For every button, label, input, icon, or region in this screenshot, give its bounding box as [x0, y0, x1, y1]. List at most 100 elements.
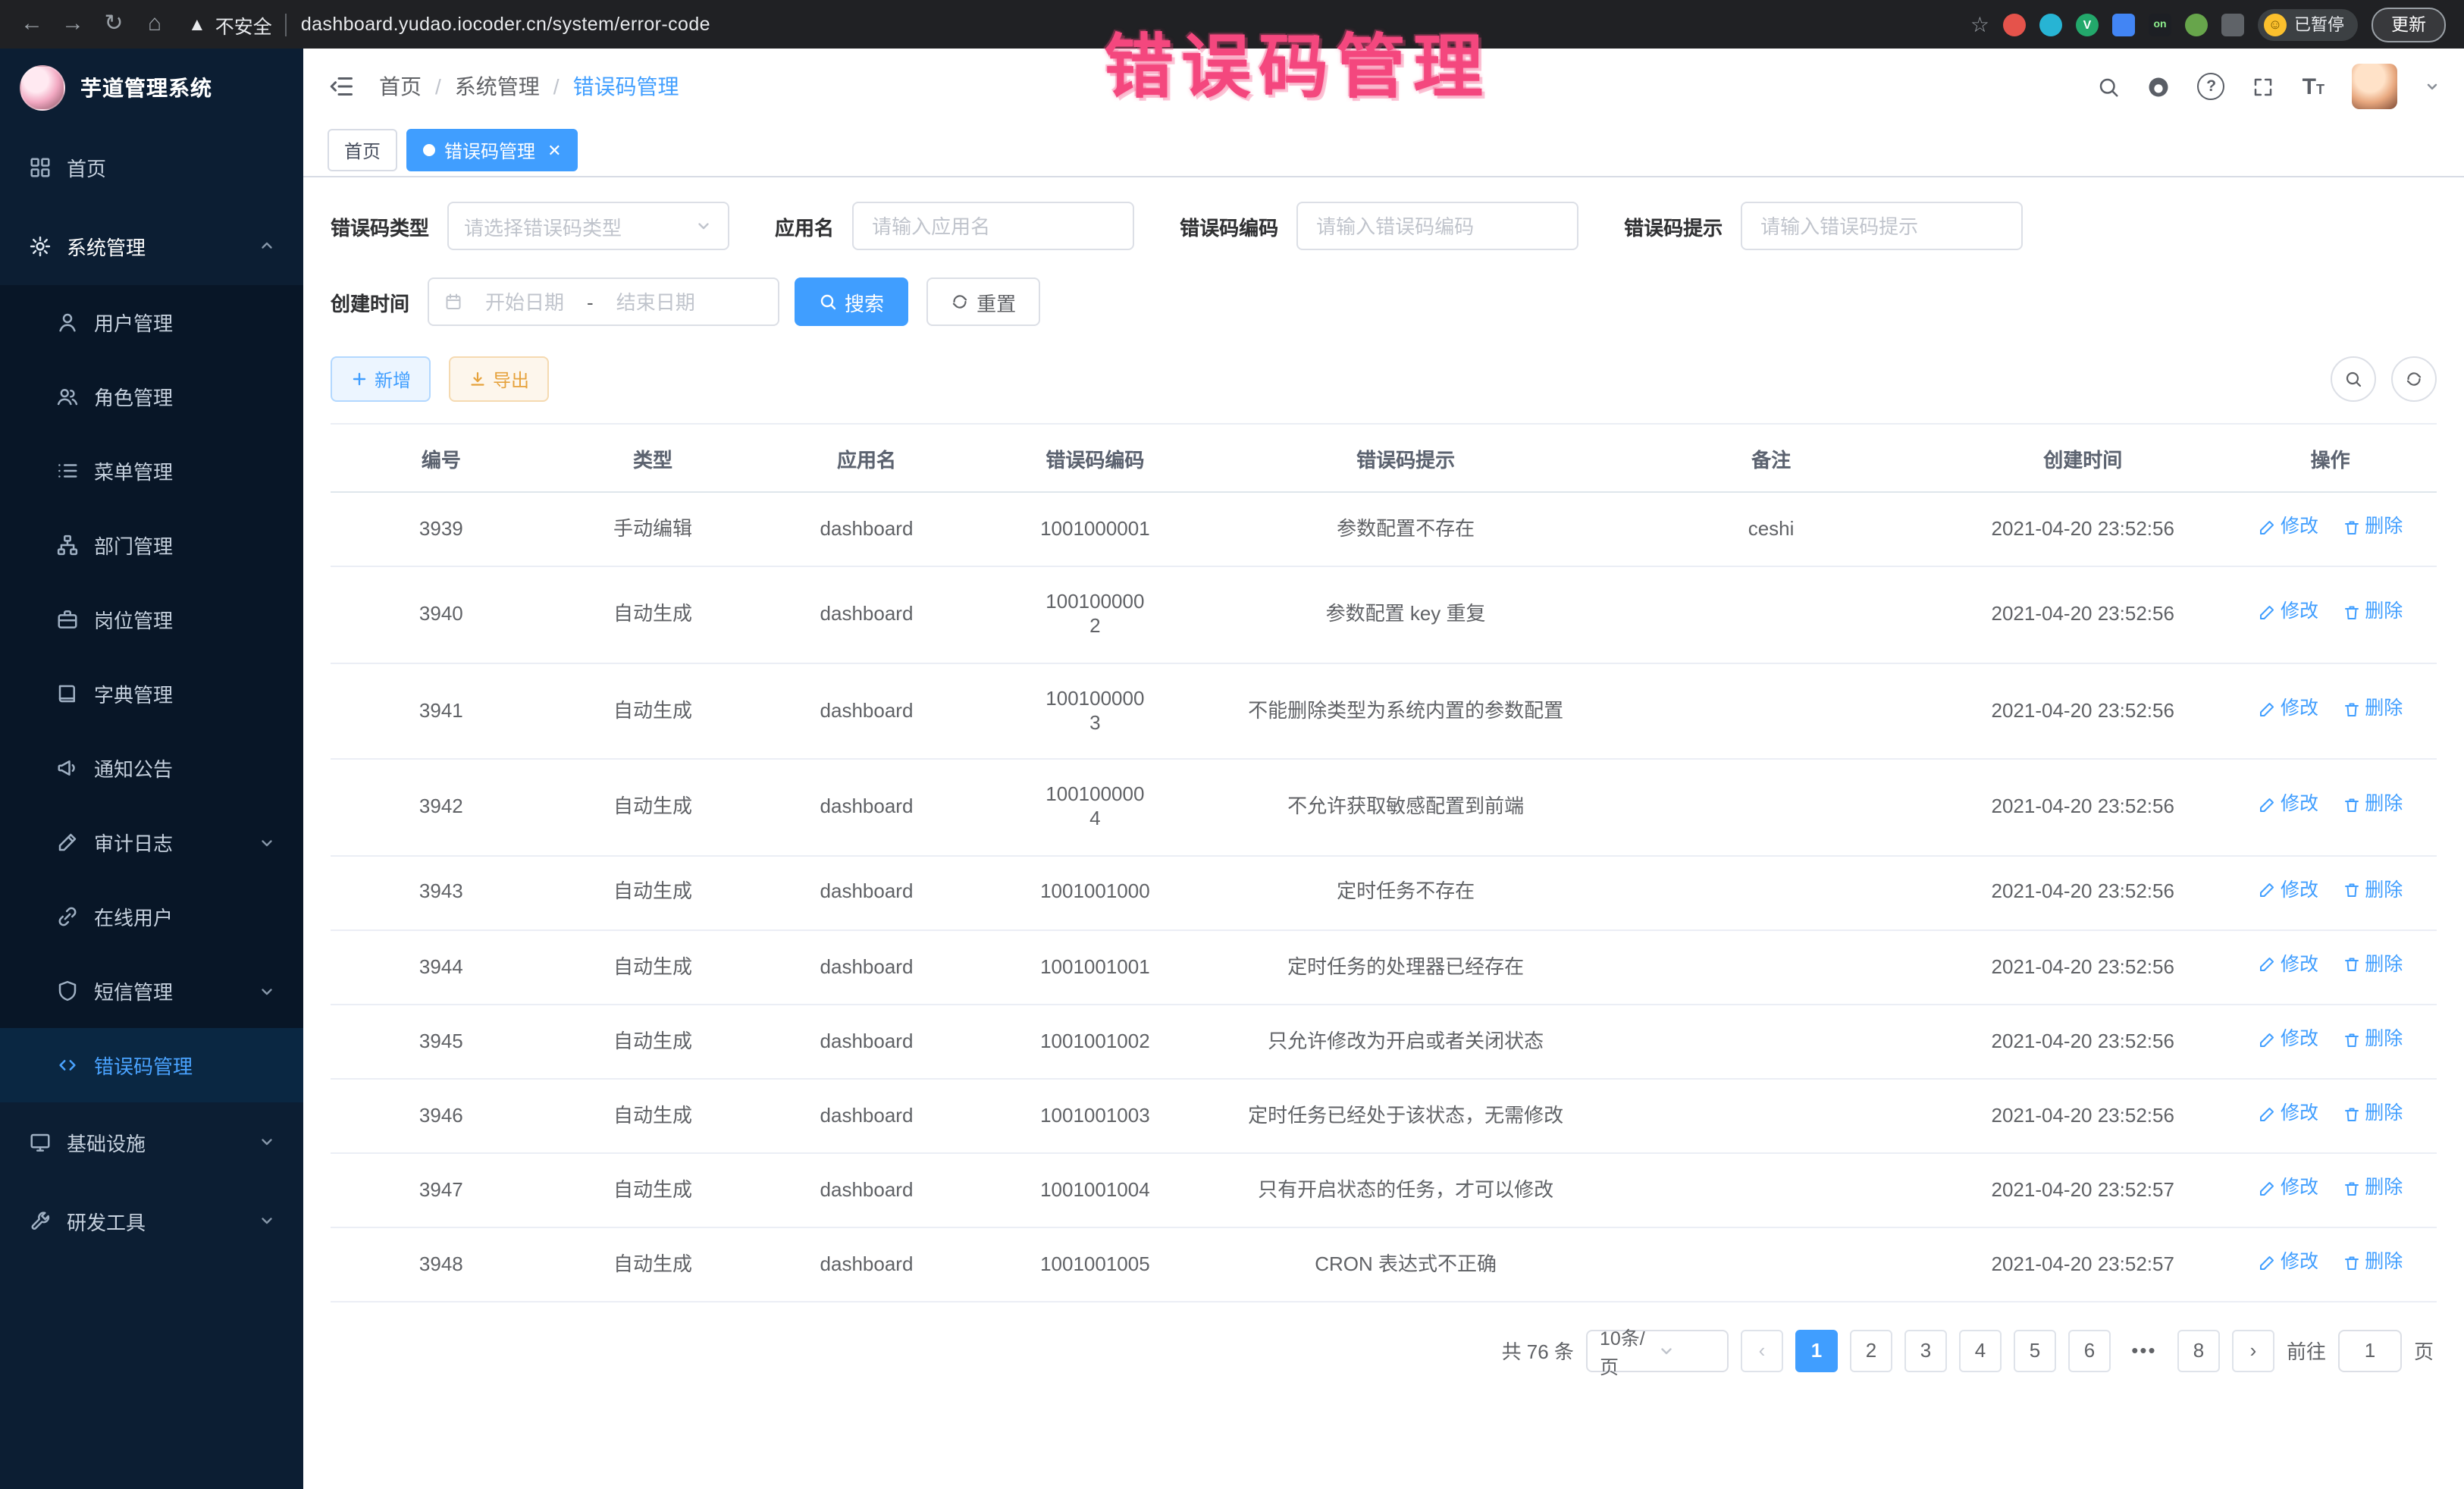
page-ellipsis[interactable]: •••	[2123, 1330, 2165, 1372]
delete-link[interactable]: 删除	[2342, 1102, 2403, 1126]
sidebar-item-infrastructure[interactable]: 基础设施	[0, 1102, 303, 1181]
delete-link[interactable]: 删除	[2342, 1027, 2403, 1051]
delete-link[interactable]: 删除	[2342, 879, 2403, 902]
fullscreen-icon[interactable]	[2252, 75, 2275, 98]
profile-chip[interactable]: ☺ 已暂停	[2258, 8, 2358, 40]
delete-link[interactable]: 删除	[2342, 953, 2403, 976]
search-icon[interactable]	[2098, 75, 2121, 98]
extension-icon-on[interactable]: on	[2149, 13, 2171, 36]
delete-link[interactable]: 删除	[2342, 697, 2403, 721]
delete-link[interactable]: 删除	[2342, 794, 2403, 817]
cell-remark	[1600, 1079, 1942, 1153]
edit-link[interactable]: 修改	[2258, 1027, 2318, 1051]
breadcrumb-home[interactable]: 首页	[379, 71, 422, 102]
sidebar-item-users[interactable]: 用户管理	[0, 285, 303, 359]
start-date-input[interactable]	[472, 289, 578, 315]
breadcrumb-system[interactable]: 系统管理	[455, 71, 540, 102]
reset-button[interactable]: 重置	[926, 277, 1040, 326]
table-row: 3945 自动生成 dashboard 1001001002 只允许修改为开启或…	[331, 1004, 2437, 1078]
sidebar-item-dev-tools[interactable]: 研发工具	[0, 1181, 303, 1260]
sidebar-item-posts[interactable]: 岗位管理	[0, 582, 303, 657]
cell-remark	[1600, 1153, 1942, 1227]
sidebar-item-audit-log[interactable]: 审计日志	[0, 805, 303, 879]
edit-link[interactable]: 修改	[2258, 697, 2318, 721]
export-button[interactable]: 导出	[449, 356, 549, 402]
sidebar-item-roles[interactable]: 角色管理	[0, 359, 303, 434]
reload-icon[interactable]: ↻	[100, 0, 127, 49]
show-search-icon[interactable]	[2331, 356, 2376, 402]
extension-icon-v[interactable]: V	[2076, 13, 2099, 36]
extension-icon-paw[interactable]	[2185, 13, 2208, 36]
page-button[interactable]: 8	[2177, 1330, 2220, 1372]
home-icon[interactable]: ⌂	[141, 0, 168, 49]
help-icon[interactable]: ?	[2198, 73, 2225, 100]
extensions-puzzle-icon[interactable]	[2221, 13, 2244, 36]
goto-page-input[interactable]	[2338, 1330, 2402, 1372]
add-button[interactable]: 新增	[331, 356, 431, 402]
end-date-input[interactable]	[603, 289, 709, 315]
refresh-icon[interactable]	[2391, 356, 2437, 402]
tab-error-code[interactable]: 错误码管理 ✕	[406, 129, 578, 171]
calendar-icon	[444, 293, 462, 311]
edit-link[interactable]: 修改	[2258, 953, 2318, 976]
error-type-select[interactable]: 请选择错误码类型	[447, 202, 729, 250]
collapse-sidebar-icon[interactable]	[328, 73, 355, 100]
extension-icon-drop[interactable]	[2039, 13, 2062, 36]
close-icon[interactable]: ✕	[547, 140, 561, 160]
page-content: 错误码类型 请选择错误码类型 应用名 错误码编码	[303, 177, 2464, 1489]
edit-link[interactable]: 修改	[2258, 879, 2318, 902]
prev-page-button[interactable]: ‹	[1741, 1330, 1783, 1372]
tab-home[interactable]: 首页	[328, 129, 397, 171]
edit-link[interactable]: 修改	[2258, 601, 2318, 625]
edit-link[interactable]: 修改	[2258, 1251, 2318, 1274]
edit-link[interactable]: 修改	[2258, 516, 2318, 539]
page-button[interactable]: 5	[2014, 1330, 2056, 1372]
security-warning[interactable]: ▲ 不安全	[188, 10, 272, 39]
page-size-select[interactable]: 10条/页	[1586, 1330, 1729, 1372]
sidebar-item-sms[interactable]: 短信管理	[0, 954, 303, 1028]
app-name-input[interactable]	[869, 213, 1118, 239]
caret-down-icon[interactable]	[2425, 79, 2440, 94]
sidebar-item-menus[interactable]: 菜单管理	[0, 434, 303, 508]
back-icon[interactable]: ←	[18, 0, 45, 49]
error-msg-input[interactable]	[1757, 213, 2006, 239]
sidebar-item-online-users[interactable]: 在线用户	[0, 879, 303, 954]
page-button[interactable]: 4	[1959, 1330, 2002, 1372]
page-button[interactable]: 2	[1850, 1330, 1892, 1372]
search-button[interactable]: 搜索	[795, 277, 908, 326]
user-avatar[interactable]	[2352, 64, 2397, 109]
delete-link[interactable]: 删除	[2342, 516, 2403, 539]
github-icon[interactable]	[2148, 75, 2171, 98]
extension-icon-grid[interactable]	[2112, 13, 2135, 36]
sidebar-item-notices[interactable]: 通知公告	[0, 731, 303, 805]
sidebar-item-system[interactable]: 系统管理	[0, 206, 303, 285]
forward-icon[interactable]: →	[59, 0, 86, 49]
next-page-button[interactable]: ›	[2232, 1330, 2274, 1372]
address-bar[interactable]: dashboard.yudao.iocoder.cn/system/error-…	[301, 14, 710, 35]
cell-type: 自动生成	[552, 929, 754, 1004]
tabs-bar: 首页 错误码管理 ✕	[303, 124, 2464, 177]
sidebar-item-label: 岗位管理	[94, 605, 173, 634]
sidebar-item-error-code[interactable]: 错误码管理	[0, 1028, 303, 1102]
extension-icon-red[interactable]	[2003, 13, 2026, 36]
table-row: 3941 自动生成 dashboard 100100000 3 不能删除类型为系…	[331, 663, 2437, 759]
error-code-table: 编号 类型 应用名 错误码编码 错误码提示 备注 创建时间 操作 3939 手动…	[331, 423, 2437, 1302]
font-size-icon[interactable]: TT	[2303, 74, 2324, 99]
page-button[interactable]: 1	[1795, 1330, 1838, 1372]
delete-link[interactable]: 删除	[2342, 1177, 2403, 1200]
delete-link[interactable]: 删除	[2342, 601, 2403, 625]
sidebar-item-departments[interactable]: 部门管理	[0, 508, 303, 582]
delete-link[interactable]: 删除	[2342, 1251, 2403, 1274]
bookmark-star-icon[interactable]: ☆	[1970, 11, 1989, 37]
edit-link[interactable]: 修改	[2258, 794, 2318, 817]
page-button[interactable]: 6	[2068, 1330, 2111, 1372]
edit-link[interactable]: 修改	[2258, 1102, 2318, 1126]
edit-link[interactable]: 修改	[2258, 1177, 2318, 1200]
sidebar-item-dictionary[interactable]: 字典管理	[0, 657, 303, 731]
browser-update-button[interactable]: 更新	[2372, 7, 2446, 42]
sidebar-item-home[interactable]: 首页	[0, 127, 303, 206]
main-area: 首页 / 系统管理 / 错误码管理 ? TT	[303, 49, 2464, 1489]
page-button[interactable]: 3	[1904, 1330, 1947, 1372]
error-code-input[interactable]	[1313, 213, 1562, 239]
date-range-picker[interactable]: -	[428, 277, 779, 326]
